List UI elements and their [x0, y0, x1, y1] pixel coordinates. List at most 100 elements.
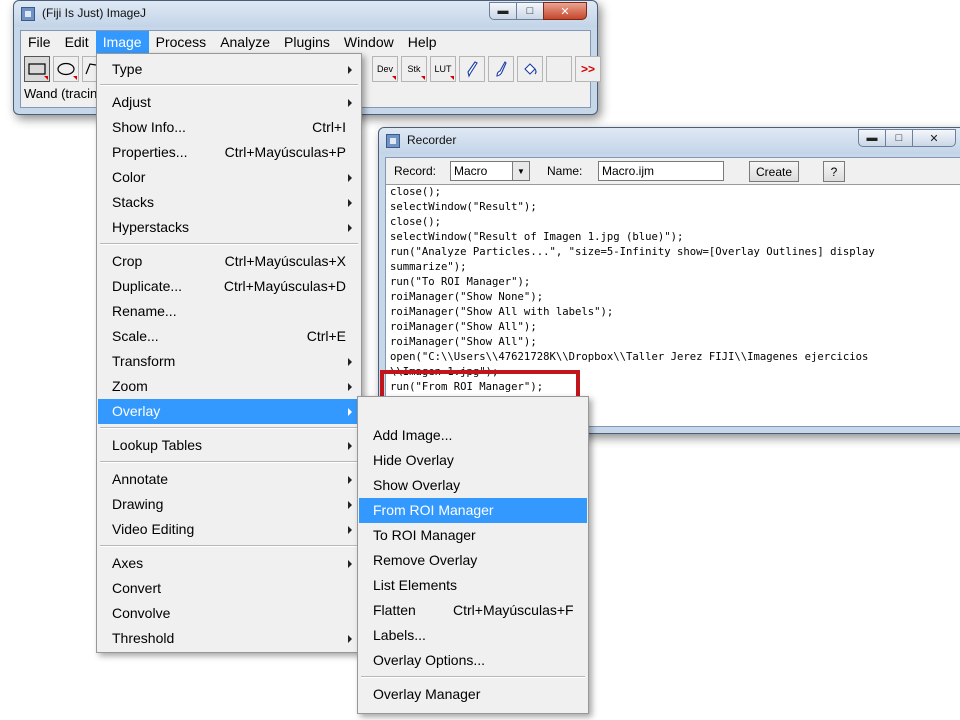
- menu-item-list-elements[interactable]: List Elements: [359, 573, 587, 598]
- macro-name-input[interactable]: Macro.ijm: [598, 161, 724, 181]
- menu-item-transform[interactable]: Transform: [98, 349, 360, 374]
- menu-item-color[interactable]: Color: [98, 165, 360, 190]
- menu-item-lookup-tables[interactable]: Lookup Tables: [98, 433, 360, 458]
- menu-item-overlay-manager[interactable]: Overlay Manager: [359, 682, 587, 707]
- menu-process[interactable]: Process: [149, 31, 214, 53]
- menu-item-axes[interactable]: Axes: [98, 551, 360, 576]
- code-line: roiManager("Show All");: [390, 321, 537, 333]
- chevron-right-icon: [348, 526, 352, 534]
- code-line: selectWindow("Result of Imagen 1.jpg (bl…: [390, 231, 684, 243]
- menu-item-from-roi-manager[interactable]: From ROI Manager: [359, 498, 587, 523]
- recorder-titlebar[interactable]: Recorder ▬ □ ✕: [379, 128, 960, 154]
- more-tools-button[interactable]: >>: [575, 56, 601, 82]
- tool-empty[interactable]: [546, 56, 572, 82]
- menu-item-show-overlay[interactable]: Show Overlay: [359, 473, 587, 498]
- chevron-right-icon: [348, 560, 352, 568]
- record-mode-value: Macro: [454, 164, 488, 178]
- rectangle-icon: [28, 63, 46, 75]
- menu-item-convolve[interactable]: Convolve: [98, 601, 360, 626]
- maximize-button[interactable]: □: [516, 2, 544, 20]
- menu-help[interactable]: Help: [401, 31, 444, 53]
- tool-stk[interactable]: Stk: [401, 56, 427, 82]
- menu-image[interactable]: Image: [95, 31, 149, 53]
- menu-item-remove-overlay[interactable]: Remove Overlay: [359, 548, 587, 573]
- name-label: Name:: [547, 164, 583, 178]
- recorder-title: Recorder: [407, 133, 457, 147]
- tool-lut[interactable]: LUT: [430, 56, 456, 82]
- menu-item-duplicate[interactable]: Duplicate... Ctrl+Mayúsculas+D: [98, 274, 360, 299]
- imagej-title: (Fiji Is Just) ImageJ: [42, 6, 147, 20]
- recorder-close-button[interactable]: ✕: [912, 129, 956, 147]
- menu-item-drawing[interactable]: Drawing: [98, 492, 360, 517]
- close-icon: ✕: [929, 132, 939, 145]
- chevron-right-icon: [348, 358, 352, 366]
- code-line: roiManager("Show All");: [390, 336, 537, 348]
- code-line: run("To ROI Manager");: [390, 276, 531, 288]
- create-button[interactable]: Create: [749, 161, 799, 182]
- oval-icon: [57, 62, 75, 76]
- minimize-icon: ▬: [497, 5, 509, 17]
- menu-item-labels[interactable]: Labels...: [359, 623, 587, 648]
- menu-item-overlay-options[interactable]: Overlay Options...: [359, 648, 587, 673]
- menu-item-threshold[interactable]: Threshold: [98, 626, 360, 651]
- menu-item-type[interactable]: Type: [98, 57, 360, 82]
- chevron-right-icon: [348, 66, 352, 74]
- menu-separator: [100, 545, 358, 547]
- menu-file[interactable]: File: [21, 31, 58, 53]
- menu-item-add-image[interactable]: Add Image...: [359, 423, 587, 448]
- tool-oval[interactable]: [53, 56, 79, 82]
- menu-item-rename[interactable]: Rename...: [98, 299, 360, 324]
- brush-icon: [496, 61, 507, 77]
- tool-dev[interactable]: Dev: [372, 56, 398, 82]
- chevron-right-icon: [348, 408, 352, 416]
- code-line: roiManager("Show All with labels");: [390, 306, 614, 318]
- menu-item-show-info[interactable]: Show Info... Ctrl+I: [98, 115, 360, 140]
- record-mode-select[interactable]: Macro ▼: [450, 161, 530, 181]
- tool-pencil[interactable]: [459, 56, 485, 82]
- menu-separator: [100, 243, 358, 245]
- recorder-minimize-button[interactable]: ▬: [858, 129, 886, 147]
- chevron-right-icon: [348, 99, 352, 107]
- tool-rectangle[interactable]: [24, 56, 50, 82]
- bucket-icon: [524, 63, 537, 75]
- menu-item-overlay[interactable]: Overlay: [98, 399, 360, 424]
- chevron-right-icon: [348, 199, 352, 207]
- code-line: open("C:\\Users\\47621728K\\Dropbox\\Tal…: [390, 351, 869, 363]
- menu-item-properties[interactable]: Properties... Ctrl+Mayúsculas+P: [98, 140, 360, 165]
- chevron-right-icon: [348, 174, 352, 182]
- menu-item-crop[interactable]: Crop Ctrl+Mayúsculas+X: [98, 249, 360, 274]
- chevron-right-icon: [348, 442, 352, 450]
- chevron-right-icon: [348, 224, 352, 232]
- close-button[interactable]: ✕: [543, 2, 587, 20]
- record-label: Record:: [394, 164, 437, 178]
- menu-analyze[interactable]: Analyze: [213, 31, 277, 53]
- minimize-button[interactable]: ▬: [489, 2, 517, 20]
- tool-flood-fill[interactable]: [517, 56, 543, 82]
- recorder-maximize-button[interactable]: □: [885, 129, 913, 147]
- menu-item-convert[interactable]: Convert: [98, 576, 360, 601]
- menu-item-annotate[interactable]: Annotate: [98, 467, 360, 492]
- menu-item-adjust[interactable]: Adjust: [98, 90, 360, 115]
- menu-item-stacks[interactable]: Stacks: [98, 190, 360, 215]
- menu-item-video-editing[interactable]: Video Editing: [98, 517, 360, 542]
- menu-item-hyperstacks[interactable]: Hyperstacks: [98, 215, 360, 240]
- tool-polygon[interactable]: [82, 56, 96, 82]
- pencil-icon: [467, 61, 478, 78]
- code-line: run("Analyze Particles...", "size=5-Infi…: [390, 246, 875, 258]
- menu-window[interactable]: Window: [337, 31, 401, 53]
- menu-plugins[interactable]: Plugins: [277, 31, 337, 53]
- menu-item-to-roi-manager[interactable]: To ROI Manager: [359, 523, 587, 548]
- help-button[interactable]: ?: [823, 161, 845, 182]
- menu-separator: [100, 461, 358, 463]
- menu-item-flatten[interactable]: Flatten Ctrl+Mayúsculas+F: [359, 598, 587, 623]
- menu-separator: [361, 676, 585, 678]
- code-line: summarize");: [390, 261, 467, 273]
- menu-item-zoom[interactable]: Zoom: [98, 374, 360, 399]
- imagej-titlebar[interactable]: (Fiji Is Just) ImageJ ▬ □ ✕: [14, 1, 597, 27]
- menu-item-hide-overlay[interactable]: Hide Overlay: [359, 448, 587, 473]
- menu-edit[interactable]: Edit: [58, 31, 96, 53]
- tool-brush[interactable]: [488, 56, 514, 82]
- status-text: Wand (tracin: [24, 86, 98, 101]
- menu-item-scale[interactable]: Scale... Ctrl+E: [98, 324, 360, 349]
- menu-separator: [100, 84, 358, 86]
